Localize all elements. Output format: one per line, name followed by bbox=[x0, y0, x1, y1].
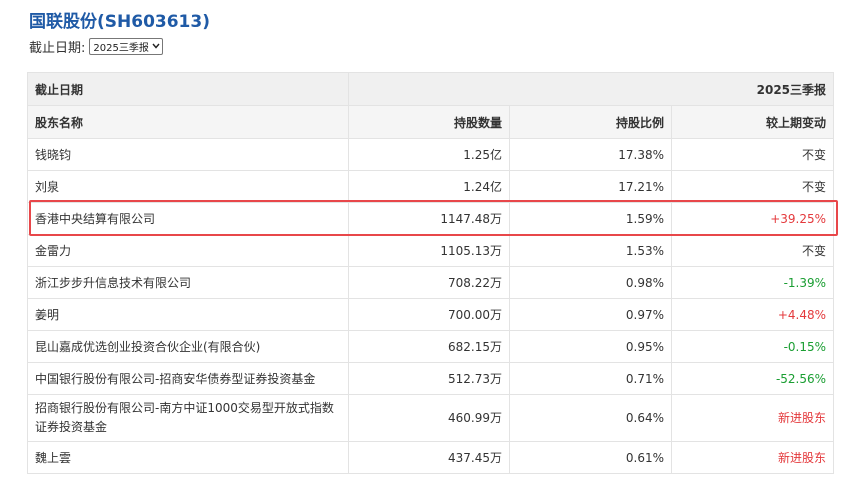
table-row: 姜明 700.00万 0.97% +4.48% bbox=[27, 298, 835, 331]
shareholder-name: 浙江步步升信息技术有限公司 bbox=[27, 266, 349, 299]
share-ratio: 0.71% bbox=[509, 362, 672, 395]
share-ratio: 17.21% bbox=[509, 170, 672, 203]
column-header-change: 较上期变动 bbox=[670, 105, 835, 139]
date-filter-label: 截止日期: bbox=[29, 40, 86, 56]
share-ratio: 1.53% bbox=[509, 234, 672, 267]
shares-count: 708.22万 bbox=[348, 266, 510, 299]
share-ratio: 0.64% bbox=[509, 394, 672, 442]
date-header-value: 2025三季报 bbox=[347, 72, 835, 106]
share-ratio: 17.38% bbox=[509, 138, 672, 171]
table-row: 香港中央结算有限公司 1147.48万 1.59% +39.25% bbox=[27, 202, 835, 235]
shareholder-name: 钱晓钧 bbox=[27, 138, 349, 171]
shareholder-name: 魏上雲 bbox=[27, 441, 349, 474]
table-row: 招商银行股份有限公司-南方中证1000交易型开放式指数证券投资基金 460.99万… bbox=[27, 394, 835, 442]
change-value: 新进股东 bbox=[670, 441, 835, 474]
shareholder-name: 昆山嘉成优选创业投资合伙企业(有限合伙) bbox=[27, 330, 349, 363]
shareholder-name: 中国银行股份有限公司-招商安华债券型证券投资基金 bbox=[27, 362, 349, 395]
table-row: 刘泉 1.24亿 17.21% 不变 bbox=[27, 170, 835, 203]
change-value: 不变 bbox=[670, 234, 835, 267]
shares-count: 1.25亿 bbox=[348, 138, 510, 171]
chevron-down-icon bbox=[152, 43, 160, 49]
change-value: 不变 bbox=[670, 138, 835, 171]
column-header-ratio: 持股比例 bbox=[509, 105, 672, 139]
shares-count: 437.45万 bbox=[348, 441, 510, 474]
shareholder-name: 招商银行股份有限公司-南方中证1000交易型开放式指数证券投资基金 bbox=[27, 394, 349, 442]
shares-count: 512.73万 bbox=[348, 362, 510, 395]
change-value: 不变 bbox=[670, 170, 835, 203]
share-ratio: 0.95% bbox=[509, 330, 672, 363]
column-header-name: 股东名称 bbox=[27, 105, 349, 139]
change-value: -0.15% bbox=[670, 330, 835, 363]
column-header-shares: 持股数量 bbox=[348, 105, 510, 139]
shares-count: 460.99万 bbox=[348, 394, 510, 442]
table-row: 中国银行股份有限公司-招商安华债券型证券投资基金 512.73万 0.71% -52.… bbox=[27, 362, 835, 395]
column-header-row: 股东名称 持股数量 持股比例 较上期变动 bbox=[27, 105, 835, 139]
table-row: 金雷力 1105.13万 1.53% 不变 bbox=[27, 234, 835, 267]
shares-count: 1105.13万 bbox=[348, 234, 510, 267]
change-value: +39.25% bbox=[670, 202, 835, 235]
table-row: 钱晓钧 1.25亿 17.38% 不变 bbox=[27, 138, 835, 171]
date-header-row: 截止日期 2025三季报 bbox=[27, 72, 835, 106]
shares-count: 682.15万 bbox=[348, 330, 510, 363]
page-title: 国联股份(SH603613) bbox=[29, 12, 210, 32]
shareholder-name: 金雷力 bbox=[27, 234, 349, 267]
shares-count: 700.00万 bbox=[348, 298, 510, 331]
shareholder-name: 刘泉 bbox=[27, 170, 349, 203]
shareholder-table: 截止日期 2025三季报 股东名称 持股数量 持股比例 较上期变动 钱晓钧 1.2… bbox=[27, 72, 835, 474]
change-value: -1.39% bbox=[670, 266, 835, 299]
shareholder-name: 姜明 bbox=[27, 298, 349, 331]
table-row: 魏上雲 437.45万 0.61% 新进股东 bbox=[27, 441, 835, 474]
table-row: 浙江步步升信息技术有限公司 708.22万 0.98% -1.39% bbox=[27, 266, 835, 299]
change-value: 新进股东 bbox=[670, 394, 835, 442]
change-value: +4.48% bbox=[670, 298, 835, 331]
shares-count: 1147.48万 bbox=[348, 202, 510, 235]
shareholder-name: 香港中央结算有限公司 bbox=[27, 202, 349, 235]
date-header-label: 截止日期 bbox=[27, 72, 349, 106]
share-ratio: 0.98% bbox=[509, 266, 672, 299]
shares-count: 1.24亿 bbox=[348, 170, 510, 203]
report-period-value: 2025三季报 bbox=[93, 42, 149, 54]
change-value: -52.56% bbox=[670, 362, 835, 395]
share-ratio: 0.97% bbox=[509, 298, 672, 331]
table-row: 昆山嘉成优选创业投资合伙企业(有限合伙) 682.15万 0.95% -0.15% bbox=[27, 330, 835, 363]
date-filter: 截止日期: 2025三季报 bbox=[29, 36, 163, 56]
share-ratio: 0.61% bbox=[509, 441, 672, 474]
report-period-select[interactable]: 2025三季报 bbox=[89, 37, 163, 55]
share-ratio: 1.59% bbox=[509, 202, 672, 235]
